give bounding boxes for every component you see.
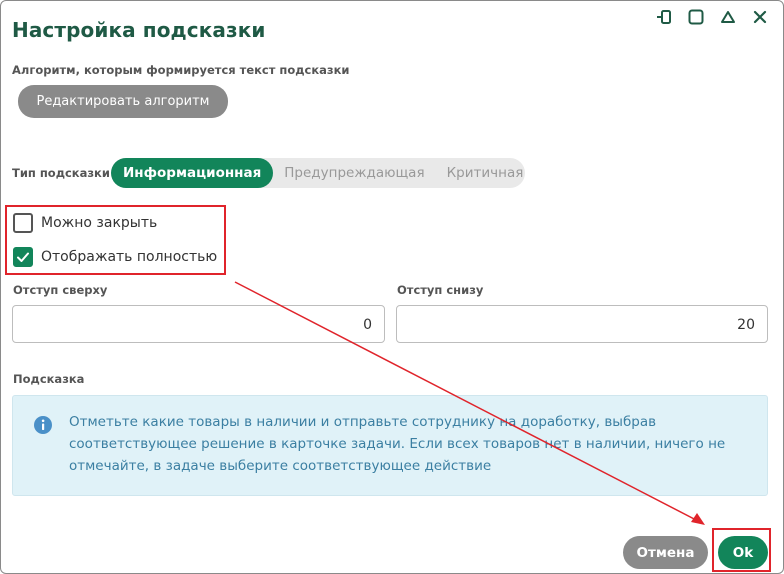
annotation-arrow (234, 281, 705, 525)
